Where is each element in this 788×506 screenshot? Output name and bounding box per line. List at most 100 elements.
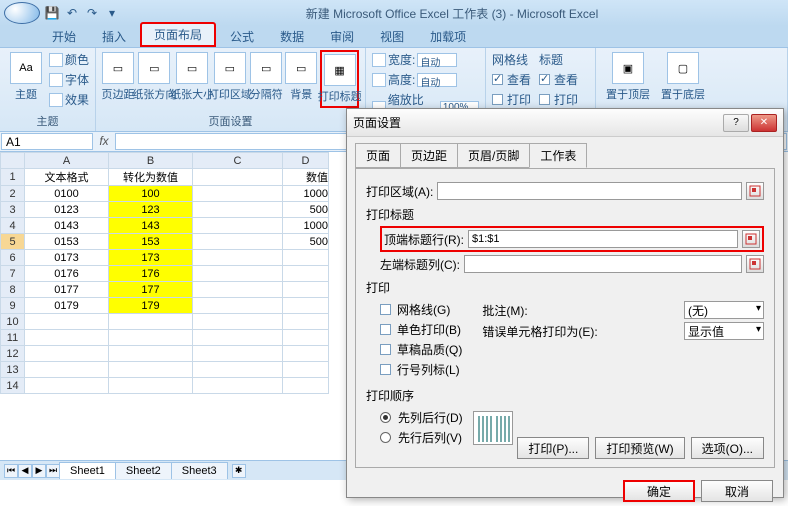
cell[interactable]: 0176 xyxy=(25,266,109,282)
col-header-a[interactable]: A xyxy=(25,153,109,169)
tab-data[interactable]: 数据 xyxy=(268,26,316,47)
top-row-ref-icon[interactable] xyxy=(742,230,760,248)
row-header[interactable]: 11 xyxy=(1,330,25,346)
tab-nav-prev[interactable]: ◀ xyxy=(18,464,32,478)
tab-review[interactable]: 审阅 xyxy=(318,26,366,47)
cell[interactable] xyxy=(193,298,283,314)
theme-fonts[interactable]: 字体 xyxy=(49,70,89,89)
undo-icon[interactable]: ↶ xyxy=(64,5,80,21)
errors-select[interactable]: 显示值 xyxy=(684,322,764,340)
tab-insert[interactable]: 插入 xyxy=(90,26,138,47)
chk-mono[interactable]: 单色打印(B) xyxy=(380,321,462,338)
cell[interactable]: 176 xyxy=(109,266,193,282)
cell[interactable] xyxy=(193,266,283,282)
help-button[interactable]: ? xyxy=(723,114,749,132)
row-header[interactable]: 1 xyxy=(1,169,25,186)
theme-colors[interactable]: 颜色 xyxy=(49,50,89,69)
gridlines-print-chk[interactable]: 打印 xyxy=(492,90,531,109)
bring-front-button[interactable]: ▣置于顶层 xyxy=(602,50,654,104)
cell[interactable]: 173 xyxy=(109,250,193,266)
cell[interactable] xyxy=(193,169,283,186)
row-header[interactable]: 10 xyxy=(1,314,25,330)
left-col-ref-icon[interactable] xyxy=(746,255,764,273)
cell[interactable]: 153 xyxy=(109,234,193,250)
cell[interactable] xyxy=(283,250,329,266)
cell[interactable]: 0153 xyxy=(25,234,109,250)
dialog-titlebar[interactable]: 页面设置 ? ✕ xyxy=(347,109,783,137)
tab-nav-last[interactable]: ⏭ xyxy=(46,464,60,478)
cell[interactable]: 177 xyxy=(109,282,193,298)
redo-icon[interactable]: ↷ xyxy=(84,5,100,21)
dlg-tab-page[interactable]: 页面 xyxy=(355,143,401,168)
cell[interactable]: 1000 xyxy=(283,218,329,234)
cell[interactable] xyxy=(193,218,283,234)
row-header[interactable]: 9 xyxy=(1,298,25,314)
cell[interactable]: 500 xyxy=(283,202,329,218)
qat-dropdown-icon[interactable]: ▾ xyxy=(104,5,120,21)
ok-button[interactable]: 确定 xyxy=(623,480,695,502)
row-header[interactable]: 6 xyxy=(1,250,25,266)
cell[interactable] xyxy=(193,202,283,218)
cell[interactable] xyxy=(193,282,283,298)
margins-button[interactable]: ▭页边距 xyxy=(102,50,134,104)
row-header[interactable]: 3 xyxy=(1,202,25,218)
sheet-tab-1[interactable]: Sheet1 xyxy=(59,462,116,479)
cell[interactable]: 转化为数值 xyxy=(109,169,193,186)
name-box[interactable]: A1 xyxy=(1,133,93,150)
dlg-tab-headerfooter[interactable]: 页眉/页脚 xyxy=(457,143,530,168)
cell[interactable]: 500 xyxy=(283,234,329,250)
chk-gridlines[interactable]: 网格线(G) xyxy=(380,301,462,318)
cell[interactable]: 文本格式 xyxy=(25,169,109,186)
print-area-input[interactable] xyxy=(437,182,742,200)
office-button[interactable] xyxy=(4,2,40,24)
orientation-button[interactable]: ▭纸张方向 xyxy=(137,50,172,104)
size-button[interactable]: ▭纸张大小 xyxy=(175,50,210,104)
tab-view[interactable]: 视图 xyxy=(368,26,416,47)
cell[interactable]: 100 xyxy=(109,186,193,202)
fx-icon[interactable]: fx xyxy=(94,132,114,151)
sheet-tab-3[interactable]: Sheet3 xyxy=(171,462,228,479)
print-titles-button[interactable]: ▦打印标题 xyxy=(320,50,359,108)
cell[interactable]: 0179 xyxy=(25,298,109,314)
left-col-input[interactable] xyxy=(464,255,742,273)
tab-nav-next[interactable]: ▶ xyxy=(32,464,46,478)
radio-over-down[interactable]: 先行后列(V) xyxy=(380,429,463,446)
tab-addins[interactable]: 加载项 xyxy=(418,26,478,47)
cell[interactable]: 179 xyxy=(109,298,193,314)
comments-select[interactable]: (无) xyxy=(684,301,764,319)
row-header[interactable]: 2 xyxy=(1,186,25,202)
height-combo[interactable]: 自动 xyxy=(417,73,457,87)
cell[interactable]: 0123 xyxy=(25,202,109,218)
print-area-ref-icon[interactable] xyxy=(746,182,764,200)
grid[interactable]: A B C D 1文本格式转化为数值数值20100100100030123123… xyxy=(0,152,329,394)
headings-view-chk[interactable]: 查看 xyxy=(539,70,578,89)
cell[interactable]: 1000 xyxy=(283,186,329,202)
top-row-input[interactable] xyxy=(468,230,738,248)
headings-print-chk[interactable]: 打印 xyxy=(539,90,578,109)
row-header[interactable]: 5 xyxy=(1,234,25,250)
sheet-tab-2[interactable]: Sheet2 xyxy=(115,462,172,479)
chk-draft[interactable]: 草稿品质(Q) xyxy=(380,341,462,358)
cell[interactable] xyxy=(283,266,329,282)
tab-formulas[interactable]: 公式 xyxy=(218,26,266,47)
dlg-tab-margins[interactable]: 页边距 xyxy=(400,143,458,168)
save-icon[interactable]: 💾 xyxy=(44,5,60,21)
dlg-tab-sheet[interactable]: 工作表 xyxy=(529,143,587,168)
tab-home[interactable]: 开始 xyxy=(40,26,88,47)
tab-nav-first[interactable]: ⏮ xyxy=(4,464,18,478)
row-header[interactable]: 7 xyxy=(1,266,25,282)
cell[interactable] xyxy=(283,282,329,298)
send-back-button[interactable]: ▢置于底层 xyxy=(657,50,709,104)
theme-effects[interactable]: 效果 xyxy=(49,90,89,109)
print-button[interactable]: 打印(P)... xyxy=(517,437,589,459)
cell[interactable]: 0143 xyxy=(25,218,109,234)
row-header[interactable]: 13 xyxy=(1,362,25,378)
options-button[interactable]: 选项(O)... xyxy=(691,437,764,459)
select-all[interactable] xyxy=(1,153,25,169)
col-header-c[interactable]: C xyxy=(193,153,283,169)
cell[interactable]: 123 xyxy=(109,202,193,218)
cell[interactable] xyxy=(193,186,283,202)
gridlines-view-chk[interactable]: 查看 xyxy=(492,70,531,89)
width-combo[interactable]: 自动 xyxy=(417,53,457,67)
chk-rowcol[interactable]: 行号列标(L) xyxy=(380,361,462,378)
